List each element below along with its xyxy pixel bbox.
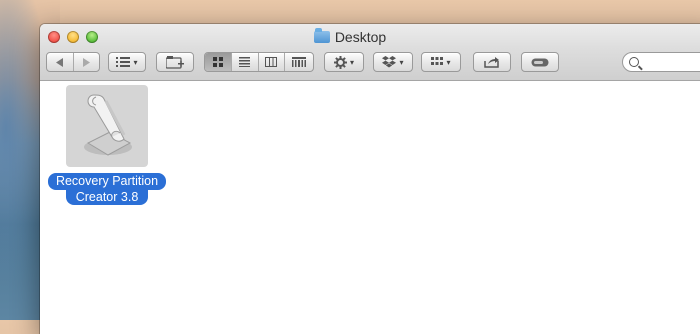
grid-options-menu-button[interactable]: ▾: [421, 52, 461, 72]
column-view-button[interactable]: [259, 53, 286, 71]
forward-arrow-icon: [83, 57, 91, 67]
toggle-icon: [531, 58, 549, 66]
share-icon: [484, 57, 499, 68]
toolbar: ▾ ▾ ▾ ▾: [46, 52, 700, 74]
coverflow-view-icon: [292, 57, 307, 67]
toggle-toolbar-button[interactable]: [521, 52, 559, 72]
file-area[interactable]: Recovery Partition Creator 3.8: [40, 81, 700, 334]
forward-button[interactable]: [74, 53, 100, 71]
share-button[interactable]: [473, 52, 511, 72]
new-folder-button[interactable]: [156, 52, 194, 72]
column-view-icon: [265, 57, 278, 67]
list-view-icon: [239, 57, 251, 67]
dropbox-icon: [382, 56, 397, 68]
view-mode-control: [204, 52, 314, 72]
search-input[interactable]: [622, 52, 700, 72]
list-view-button[interactable]: [232, 53, 259, 71]
gear-icon: [333, 55, 347, 69]
folder-icon: [313, 28, 330, 43]
finder-window: Desktop ▾ ▾ ▾ ▾ Recovery Partition Creat…: [40, 24, 700, 334]
file-name-label-line2[interactable]: Creator 3.8: [65, 190, 149, 205]
arrange-menu-button[interactable]: ▾: [108, 52, 146, 72]
window-title: Desktop: [40, 28, 660, 45]
chevron-down-icon: ▾: [349, 57, 354, 67]
chevron-down-icon: ▾: [446, 57, 451, 67]
dropbox-menu-button[interactable]: ▾: [373, 52, 413, 72]
script-icon: [84, 94, 132, 156]
chevron-down-icon: ▾: [399, 57, 404, 67]
title-bar[interactable]: Desktop ▾ ▾ ▾ ▾: [40, 24, 700, 81]
file-icon-selection[interactable]: [66, 85, 148, 167]
file-item[interactable]: Recovery Partition Creator 3.8: [44, 85, 170, 205]
icon-view-icon: [212, 57, 223, 67]
chevron-down-icon: ▾: [133, 57, 138, 67]
grid-icon: [431, 57, 444, 65]
back-forward-control: [46, 52, 100, 72]
search-icon: [629, 57, 639, 67]
new-folder-icon: [166, 55, 184, 69]
icon-view-button[interactable]: [205, 53, 232, 71]
action-menu-button[interactable]: ▾: [324, 52, 364, 72]
arrange-icon: [116, 57, 131, 67]
back-button[interactable]: [47, 53, 74, 71]
window-title-text: Desktop: [334, 29, 387, 45]
back-arrow-icon: [55, 57, 63, 67]
coverflow-view-button[interactable]: [285, 53, 313, 71]
file-name-label[interactable]: Recovery Partition: [47, 173, 167, 190]
